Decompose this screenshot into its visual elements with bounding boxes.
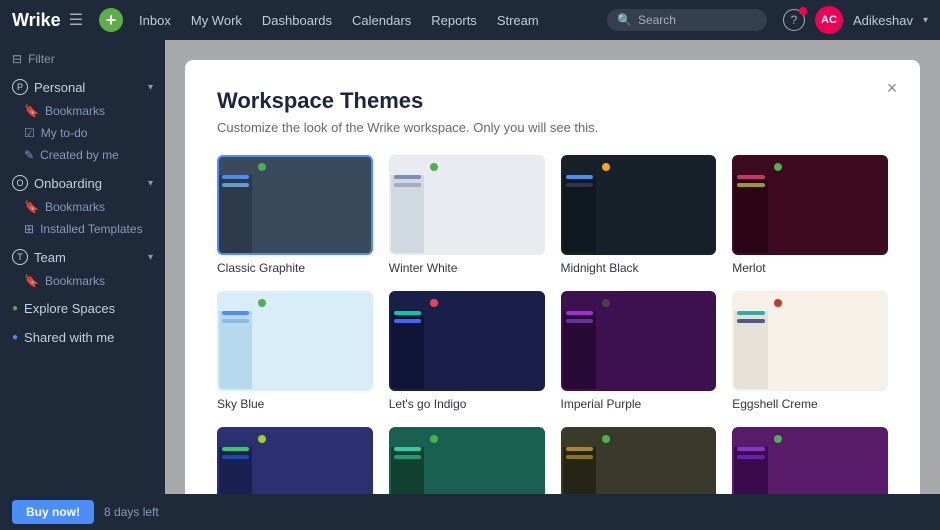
workspace-themes-modal: Workspace Themes Customize the look of t… bbox=[185, 60, 920, 494]
sidebar-item-created-by-me[interactable]: ✎ Created by me bbox=[0, 144, 165, 166]
sidebar-created-label: Created by me bbox=[40, 148, 119, 162]
sidebar-section-team: T Team ▾ 🔖 Bookmarks bbox=[0, 244, 165, 292]
sidebar-templates-label: Installed Templates bbox=[40, 222, 143, 236]
modal-title: Workspace Themes bbox=[217, 88, 888, 114]
theme-name-eggshell-creme: Eggshell Creme bbox=[732, 397, 888, 411]
theme-item-legendary-leopard[interactable]: Legendary Leopard bbox=[561, 427, 717, 494]
templates-icon: ⊞ bbox=[24, 222, 34, 236]
sidebar-item-installed-templates[interactable]: ⊞ Installed Templates bbox=[0, 218, 165, 240]
theme-item-winter-white[interactable]: Winter White bbox=[389, 155, 545, 275]
content-panel: Workspace Themes Customize the look of t… bbox=[165, 40, 940, 494]
sidebar-shared-label: Shared with me bbox=[24, 330, 114, 345]
sidebar: ⊟ Filter P Personal ▾ 🔖 Bookmarks ☑ My t… bbox=[0, 40, 165, 494]
nav-dashboards[interactable]: Dashboards bbox=[254, 9, 340, 32]
sidebar-section-onboarding-header[interactable]: O Onboarding ▾ bbox=[0, 170, 165, 196]
chevron-down-icon[interactable]: ▾ bbox=[923, 15, 928, 26]
theme-name-classic-graphite: Classic Graphite bbox=[217, 261, 373, 275]
nav-calendars[interactable]: Calendars bbox=[344, 9, 419, 32]
personal-icon: P bbox=[12, 79, 28, 95]
sidebar-team-label: Team bbox=[34, 250, 66, 265]
top-nav: Wrike ☰ + Inbox My Work Dashboards Calen… bbox=[0, 0, 940, 40]
sidebar-bookmarks-label: Bookmarks bbox=[45, 104, 105, 118]
theme-name-sky-blue: Sky Blue bbox=[217, 397, 373, 411]
sidebar-section-team-header[interactable]: T Team ▾ bbox=[0, 244, 165, 270]
created-icon: ✎ bbox=[24, 148, 34, 162]
sidebar-mytodo-label: My to-do bbox=[41, 126, 88, 140]
theme-grid: Classic Graphite Winter White Midnight Bla… bbox=[217, 155, 888, 494]
bottom-bar: Buy now! 8 days left bbox=[0, 494, 940, 530]
sidebar-section-explore: ● Explore Spaces bbox=[0, 296, 165, 321]
team-icon: T bbox=[12, 249, 28, 265]
theme-item-lets-go-indigo[interactable]: Let's go Indigo bbox=[389, 291, 545, 411]
onboarding-icon: O bbox=[12, 175, 28, 191]
theme-name-merlot: Merlot bbox=[732, 261, 888, 275]
filter-label: Filter bbox=[28, 52, 55, 66]
filter-row[interactable]: ⊟ Filter bbox=[0, 48, 165, 70]
modal-subtitle: Customize the look of the Wrike workspac… bbox=[217, 120, 888, 135]
sidebar-item-shared-with-me[interactable]: ● Shared with me bbox=[0, 325, 165, 350]
search-bar[interactable]: 🔍 Search bbox=[607, 9, 767, 31]
theme-item-midnight-black[interactable]: Midnight Black bbox=[561, 155, 717, 275]
sidebar-bookmarks-onboarding-label: Bookmarks bbox=[45, 200, 105, 214]
theme-name-midnight-black: Midnight Black bbox=[561, 261, 717, 275]
sidebar-section-personal-header[interactable]: P Personal ▾ bbox=[0, 74, 165, 100]
mytodo-icon: ☑ bbox=[24, 126, 35, 140]
nav-inbox[interactable]: Inbox bbox=[131, 9, 179, 32]
search-icon: 🔍 bbox=[617, 13, 632, 27]
help-button[interactable]: ? bbox=[783, 9, 805, 31]
add-button[interactable]: + bbox=[99, 8, 123, 32]
sidebar-item-bookmarks-onboarding[interactable]: 🔖 Bookmarks bbox=[0, 196, 165, 218]
theme-name-winter-white: Winter White bbox=[389, 261, 545, 275]
sidebar-item-bookmarks-team[interactable]: 🔖 Bookmarks bbox=[0, 270, 165, 292]
sidebar-item-bookmarks-personal[interactable]: 🔖 Bookmarks bbox=[0, 100, 165, 122]
logo-area: Wrike ☰ bbox=[12, 10, 83, 31]
sidebar-section-onboarding: O Onboarding ▾ 🔖 Bookmarks ⊞ Installed T… bbox=[0, 170, 165, 240]
hamburger-icon[interactable]: ☰ bbox=[69, 10, 83, 30]
logo: Wrike bbox=[12, 10, 61, 31]
sidebar-item-explore-spaces[interactable]: ● Explore Spaces bbox=[0, 296, 165, 321]
theme-item-merlot[interactable]: Merlot bbox=[732, 155, 888, 275]
chevron-team-icon: ▾ bbox=[148, 252, 153, 263]
sidebar-section-shared: ● Shared with me bbox=[0, 325, 165, 350]
main-area: ⊟ Filter P Personal ▾ 🔖 Bookmarks ☑ My t… bbox=[0, 40, 940, 494]
help-label: ? bbox=[791, 13, 798, 27]
sidebar-bookmarks-team-label: Bookmarks bbox=[45, 274, 105, 288]
sidebar-personal-label: Personal bbox=[34, 80, 85, 95]
buy-now-button[interactable]: Buy now! bbox=[12, 500, 94, 524]
bookmarks-icon: 🔖 bbox=[24, 104, 39, 118]
bookmarks-onboarding-icon: 🔖 bbox=[24, 200, 39, 214]
theme-item-eggshell-creme[interactable]: Eggshell Creme bbox=[732, 291, 888, 411]
sidebar-item-mytodo[interactable]: ☑ My to-do bbox=[0, 122, 165, 144]
avatar: AC bbox=[815, 6, 843, 34]
nav-mywork[interactable]: My Work bbox=[183, 9, 250, 32]
shared-dot-icon: ● bbox=[12, 332, 18, 343]
nav-stream[interactable]: Stream bbox=[489, 9, 547, 32]
theme-item-wonderland[interactable]: Wonderland bbox=[217, 427, 373, 494]
days-left-label: 8 days left bbox=[104, 505, 159, 519]
chevron-personal-icon: ▾ bbox=[148, 82, 153, 93]
sidebar-section-personal: P Personal ▾ 🔖 Bookmarks ☑ My to-do ✎ Cr… bbox=[0, 74, 165, 166]
theme-item-flower-power[interactable]: Flower Power bbox=[389, 427, 545, 494]
nav-right: ? AC Adikeshav ▾ bbox=[783, 6, 928, 34]
chevron-onboarding-icon: ▾ bbox=[148, 178, 153, 189]
close-button[interactable]: × bbox=[880, 76, 904, 100]
modal-overlay: Workspace Themes Customize the look of t… bbox=[165, 40, 940, 494]
nav-links: Inbox My Work Dashboards Calendars Repor… bbox=[131, 9, 599, 32]
sidebar-onboarding-label: Onboarding bbox=[34, 176, 102, 191]
theme-item-classic-graphite[interactable]: Classic Graphite bbox=[217, 155, 373, 275]
sidebar-explore-label: Explore Spaces bbox=[24, 301, 115, 316]
search-placeholder: Search bbox=[638, 13, 676, 27]
help-notification-dot bbox=[799, 7, 807, 15]
filter-icon: ⊟ bbox=[12, 52, 22, 66]
user-name[interactable]: Adikeshav bbox=[853, 13, 913, 28]
theme-name-imperial-purple: Imperial Purple bbox=[561, 397, 717, 411]
theme-item-retro-safari[interactable]: Retro Safari bbox=[732, 427, 888, 494]
bookmarks-team-icon: 🔖 bbox=[24, 274, 39, 288]
theme-item-sky-blue[interactable]: Sky Blue bbox=[217, 291, 373, 411]
nav-reports[interactable]: Reports bbox=[423, 9, 485, 32]
theme-item-imperial-purple[interactable]: Imperial Purple bbox=[561, 291, 717, 411]
theme-name-lets-go-indigo: Let's go Indigo bbox=[389, 397, 545, 411]
explore-dot-icon: ● bbox=[12, 303, 18, 314]
